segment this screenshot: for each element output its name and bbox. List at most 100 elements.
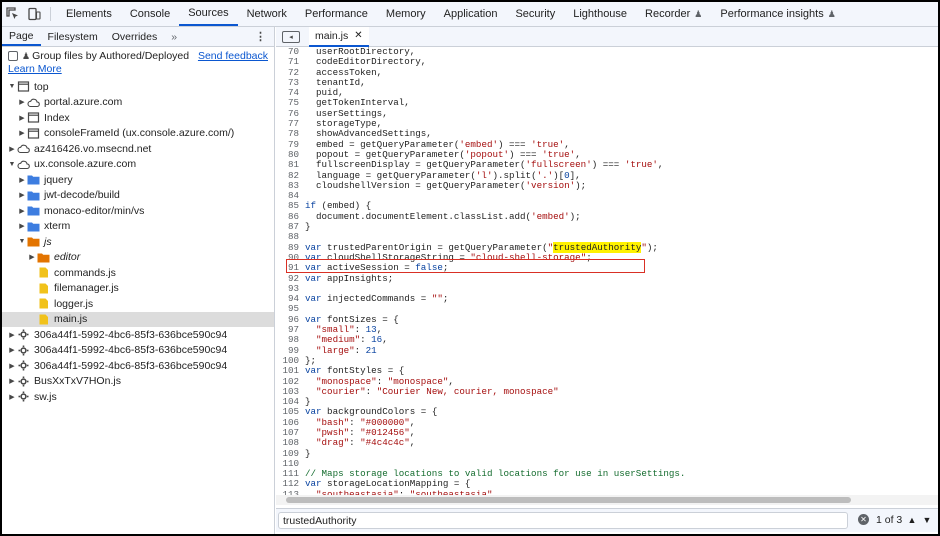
tree-item[interactable]: ▶ sw.js xyxy=(2,389,274,405)
tab-label: Recorder xyxy=(645,8,691,20)
collapsed-arrow-icon[interactable]: ▶ xyxy=(17,222,27,230)
tree-item[interactable]: ▶ jquery xyxy=(2,172,274,188)
tree-item[interactable]: ▼ ux.console.azure.com xyxy=(2,157,274,173)
collapsed-arrow-icon[interactable]: ▶ xyxy=(7,377,17,385)
tree-item[interactable]: ▶ 306a44f1-5992-4bc6-85f3-636bce590c94 xyxy=(2,358,274,374)
code-editor[interactable]: 70 userRootDirectory, 71 codeEditorDirect… xyxy=(276,47,938,495)
collapsed-arrow-icon[interactable]: ▶ xyxy=(17,114,27,122)
group-options: ♟ Group files by Authored/Deployed Learn… xyxy=(2,47,274,77)
tree-item-label: az416426.vo.msecnd.net xyxy=(34,142,152,155)
file-tab-main-js[interactable]: main.js ✕ xyxy=(309,26,369,47)
tree-item[interactable]: logger.js xyxy=(2,296,274,312)
expanded-arrow-icon[interactable]: ▼ xyxy=(7,83,17,90)
tree-item-label: xterm xyxy=(44,220,71,233)
tree-item[interactable]: ▶ editor xyxy=(2,250,274,266)
gear-icon xyxy=(17,360,30,371)
tab-security[interactable]: Security xyxy=(506,2,564,26)
clear-search-icon[interactable]: ✕ xyxy=(858,514,869,525)
tab-application[interactable]: Application xyxy=(435,2,507,26)
expanded-arrow-icon[interactable]: ▼ xyxy=(17,238,27,245)
code-token: "#4c4c4c" xyxy=(360,437,410,449)
tree-item[interactable]: ▼ js xyxy=(2,234,274,250)
tab-elements[interactable]: Elements xyxy=(57,2,121,26)
collapsed-arrow-icon[interactable]: ▶ xyxy=(27,253,37,261)
device-toolbar-icon[interactable] xyxy=(23,2,44,26)
code-text: } xyxy=(305,221,311,232)
tab-memory[interactable]: Memory xyxy=(377,2,435,26)
collapsed-arrow-icon[interactable]: ▶ xyxy=(7,346,17,354)
collapsed-arrow-icon[interactable]: ▶ xyxy=(7,393,17,401)
tree-item-label: consoleFrameId (ux.console.azure.com/) xyxy=(44,127,235,140)
folder-blue-icon xyxy=(27,174,40,185)
tab-label: Performance insights xyxy=(720,8,824,20)
collapsed-arrow-icon[interactable]: ▶ xyxy=(17,176,27,184)
tree-item[interactable]: commands.js xyxy=(2,265,274,281)
code-token: cloudshellVersion = getQueryParameter( xyxy=(305,179,526,191)
devtools-window: Elements Console Sources Network Performance… xyxy=(0,0,940,536)
tab-performance[interactable]: Performance xyxy=(296,2,377,26)
previous-match-button[interactable]: ▲ xyxy=(906,513,918,527)
send-feedback-link[interactable]: Send feedback xyxy=(198,50,268,62)
tab-filesystem[interactable]: Filesystem xyxy=(41,27,105,46)
learn-more-link[interactable]: Learn More xyxy=(8,63,268,75)
toolbar-divider xyxy=(50,7,51,21)
toggle-navigator-icon[interactable]: ◂ xyxy=(282,30,300,43)
tree-item-selected[interactable]: main.js xyxy=(2,311,274,327)
group-files-checkbox[interactable] xyxy=(8,51,18,61)
tree-item-label: 306a44f1-5992-4bc6-85f3-636bce590c94 xyxy=(34,359,228,372)
collapsed-arrow-icon[interactable]: ▶ xyxy=(7,145,17,153)
editor-panel: ◂ main.js ✕ 70 userRootDirectory, 71 code… xyxy=(276,26,938,534)
tree-item[interactable]: ▶ BusXxTxV7HOn.js xyxy=(2,374,274,390)
next-match-button[interactable]: ▼ xyxy=(921,513,933,527)
collapsed-arrow-icon[interactable]: ▶ xyxy=(17,207,27,215)
collapsed-arrow-icon[interactable]: ▶ xyxy=(17,191,27,199)
collapsed-arrow-icon[interactable]: ▶ xyxy=(17,98,27,106)
code-line: 103 "courier": "Courier New, courier, mo… xyxy=(276,385,938,397)
tab-performance-insights[interactable]: Performance insights ♟ xyxy=(711,2,844,26)
cloud-icon xyxy=(17,143,30,154)
tree-item[interactable]: ▶ portal.azure.com xyxy=(2,95,274,111)
tree-item[interactable]: ▶ jwt-decode/build xyxy=(2,188,274,204)
tree-item[interactable]: ▶ monaco-editor/min/vs xyxy=(2,203,274,219)
close-tab-icon[interactable]: ✕ xyxy=(354,30,362,41)
tree-item[interactable]: ▶ az416426.vo.msecnd.net xyxy=(2,141,274,157)
tree-item[interactable]: ▶ consoleFrameId (ux.console.azure.com/) xyxy=(2,126,274,142)
tree-item[interactable]: ▶ xterm xyxy=(2,219,274,235)
code-token: document.documentElement.classList.add( xyxy=(305,210,532,222)
collapsed-arrow-icon[interactable]: ▶ xyxy=(7,362,17,370)
frame-icon xyxy=(27,128,40,139)
more-options-icon[interactable]: ⋮ xyxy=(247,27,274,46)
scrollbar-thumb[interactable] xyxy=(286,497,851,503)
tab-overrides[interactable]: Overrides xyxy=(105,27,165,46)
tree-item[interactable]: filemanager.js xyxy=(2,281,274,297)
tree-item[interactable]: ▶ 306a44f1-5992-4bc6-85f3-636bce590c94 xyxy=(2,327,274,343)
tab-lighthouse[interactable]: Lighthouse xyxy=(564,2,636,26)
tab-console[interactable]: Console xyxy=(121,2,179,26)
more-tabs-button[interactable]: » xyxy=(164,27,184,46)
tree-item[interactable]: ▼ top xyxy=(2,79,274,95)
tree-item-label: jwt-decode/build xyxy=(44,189,120,202)
inspect-element-icon[interactable] xyxy=(2,2,23,26)
tree-item[interactable]: ▶ Index xyxy=(2,110,274,126)
tab-page[interactable]: Page xyxy=(2,27,41,46)
tab-sources[interactable]: Sources xyxy=(179,2,238,26)
expanded-arrow-icon[interactable]: ▼ xyxy=(7,161,17,168)
code-line: 84 xyxy=(276,190,938,201)
collapsed-arrow-icon[interactable]: ▶ xyxy=(7,331,17,339)
cloud-icon xyxy=(27,97,40,108)
code-token: "Courier New, courier, monospace" xyxy=(376,385,559,397)
tree-item-label: BusXxTxV7HOn.js xyxy=(34,375,121,388)
tab-network[interactable]: Network xyxy=(238,2,296,26)
annotation-box xyxy=(286,259,645,273)
experiment-icon: ♟ xyxy=(694,8,703,19)
collapsed-arrow-icon[interactable]: ▶ xyxy=(17,129,27,137)
tree-item[interactable]: ▶ 306a44f1-5992-4bc6-85f3-636bce590c94 xyxy=(2,343,274,359)
code-line: 73 tenantId, xyxy=(276,77,938,88)
horizontal-scrollbar[interactable] xyxy=(276,495,938,505)
tab-recorder[interactable]: Recorder ♟ xyxy=(636,2,711,26)
tab-label: Elements xyxy=(66,8,112,20)
code-line: 83 cloudshellVersion = getQueryParameter… xyxy=(276,179,938,191)
line-number[interactable]: 101 xyxy=(276,365,305,376)
search-input[interactable]: trustedAuthority xyxy=(278,512,848,529)
match-count: 1 of 3 xyxy=(876,514,903,526)
